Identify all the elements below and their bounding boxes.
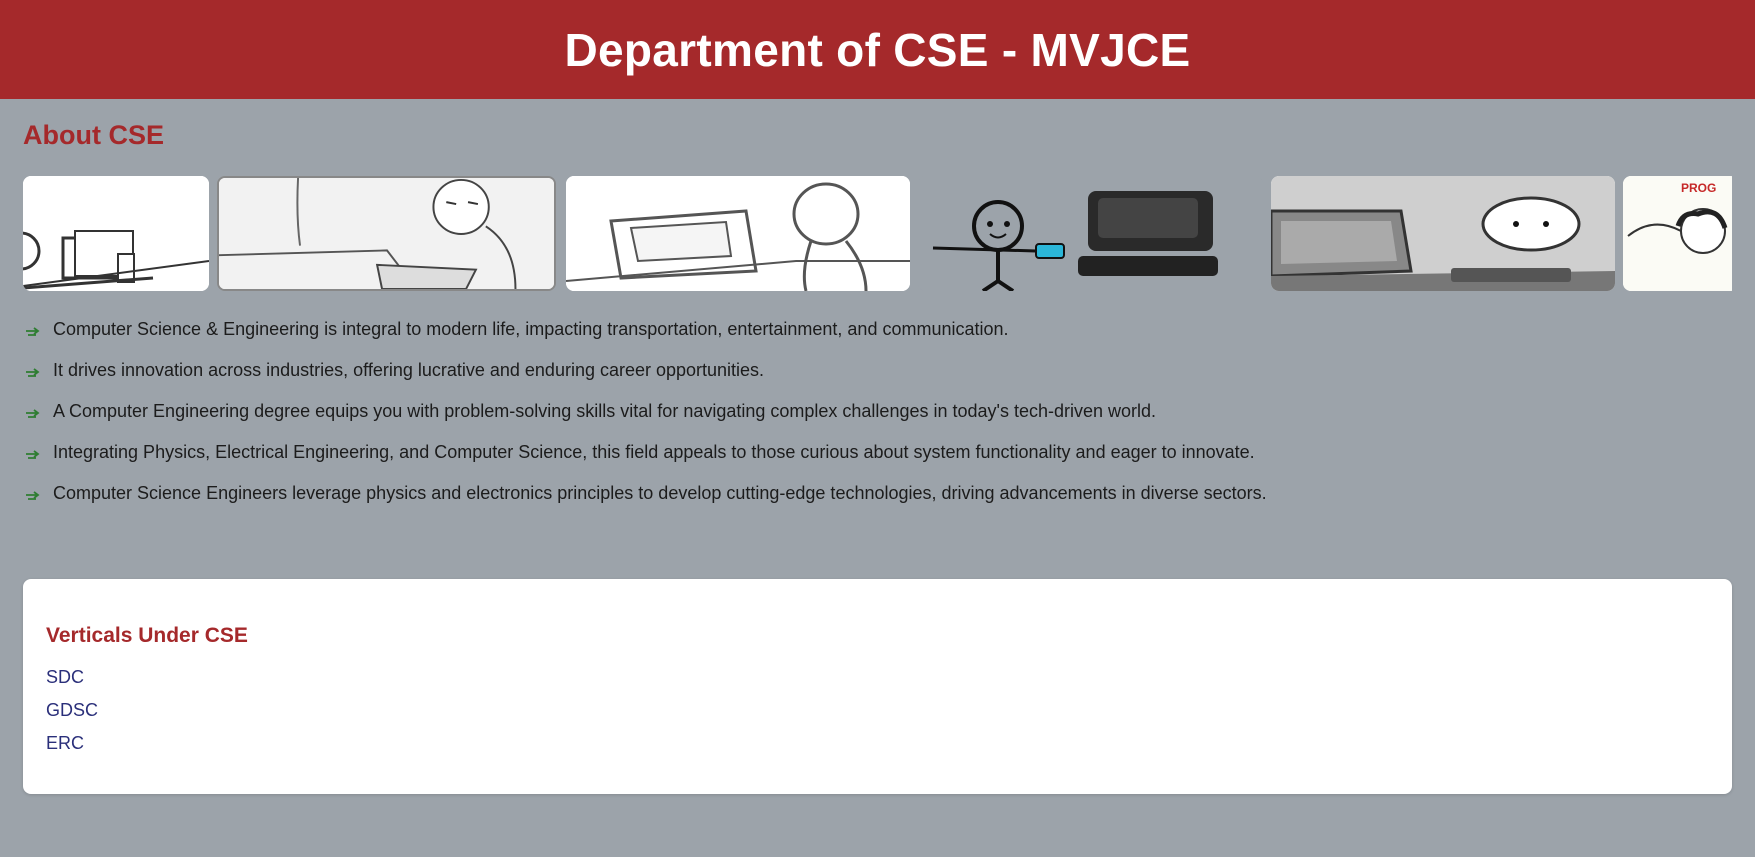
about-points-list: Computer Science & Engineering is integr… <box>23 318 1723 523</box>
arrow-bullet-icon <box>26 450 40 459</box>
about-title: About CSE <box>23 120 164 150</box>
arrow-bullet-icon <box>26 327 40 336</box>
comic-person-with-laptop-image <box>566 176 910 291</box>
verticals-list: SDC GDSC ERC <box>46 666 98 765</box>
about-point-text: A Computer Engineering degree equips you… <box>53 401 1157 421</box>
comic-person-at-desk-image <box>23 176 209 291</box>
page-header: Department of CSE - MVJCE <box>0 0 1755 99</box>
arrow-bullet-icon <box>26 491 40 500</box>
vertical-link-erc[interactable]: ERC <box>46 733 84 753</box>
image-gallery[interactable]: PROG <box>23 176 1732 293</box>
list-item: Integrating Physics, Electrical Engineer… <box>23 441 1723 482</box>
arrow-bullet-icon <box>26 409 40 418</box>
comic-programmer-image: PROG <box>1623 176 1732 291</box>
comic-typing-person-image <box>217 176 556 291</box>
arrow-bullet-icon <box>26 368 40 377</box>
gallery-partial-text: PROG <box>1681 181 1716 195</box>
about-point-text: It drives innovation across industries, … <box>53 360 765 380</box>
about-point-text: Integrating Physics, Electrical Engineer… <box>53 442 1255 462</box>
about-point-text: Computer Science Engineers leverage phys… <box>53 483 1267 503</box>
vertical-link-sdc[interactable]: SDC <box>46 667 84 687</box>
verticals-title: Verticals Under CSE <box>46 624 248 647</box>
list-item: Computer Science & Engineering is integr… <box>23 318 1723 359</box>
comic-person-at-monitor-image <box>1271 176 1615 291</box>
list-item: Computer Science Engineers leverage phys… <box>23 482 1723 523</box>
verticals-card: Verticals Under CSE SDC GDSC ERC <box>23 579 1732 794</box>
list-item: It drives innovation across industries, … <box>23 359 1723 400</box>
list-item: A Computer Engineering degree equips you… <box>23 400 1723 441</box>
comic-stick-figure-with-computer-image <box>918 176 1263 291</box>
page-title: Department of CSE - MVJCE <box>564 23 1191 76</box>
about-point-text: Computer Science & Engineering is integr… <box>53 319 1009 339</box>
vertical-link-gdsc[interactable]: GDSC <box>46 700 98 720</box>
